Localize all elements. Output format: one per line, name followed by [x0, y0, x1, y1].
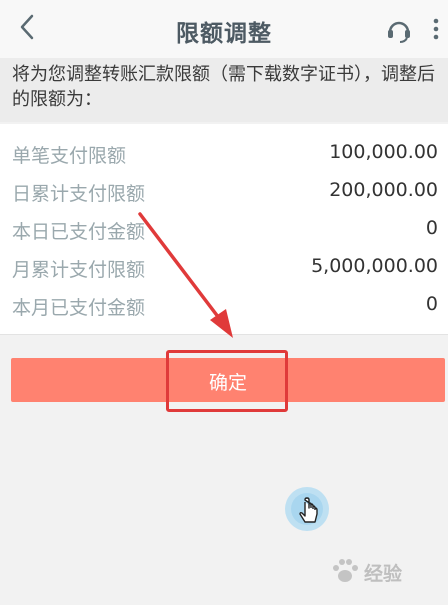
- limit-row-today-paid: 本日已支付金额 0: [12, 210, 438, 248]
- customer-service-button[interactable]: [382, 12, 416, 46]
- limit-label: 本月已支付金额: [12, 297, 146, 319]
- limit-label: 单笔支付限额: [12, 145, 127, 167]
- touch-indicator: [284, 486, 330, 532]
- chevron-left-icon: [20, 14, 34, 40]
- limit-label: 本日已支付金额: [12, 221, 146, 243]
- confirm-button[interactable]: 确定: [11, 358, 445, 402]
- watermark-text: 经验: [364, 563, 403, 585]
- more-vertical-icon: [433, 18, 439, 40]
- limit-label: 月累计支付限额: [12, 259, 146, 281]
- notice-panel: 将为您调整转账汇款限额（需下载数字证书），调整后的限额为：: [0, 58, 448, 122]
- limit-row-daily: 日累计支付限额 200,000.00: [12, 172, 438, 210]
- headset-icon: [388, 21, 410, 43]
- confirm-button-label: 确定: [208, 373, 247, 394]
- page-title: 限额调整: [176, 21, 272, 47]
- limit-row-single: 单笔支付限额 100,000.00: [12, 134, 438, 172]
- limits-list: 单笔支付限额 100,000.00 日累计支付限额 200,000.00 本日已…: [0, 124, 448, 335]
- limit-row-month-paid: 本月已支付金额 0: [12, 286, 438, 324]
- limit-row-monthly: 月累计支付限额 5,000,000.00: [12, 248, 438, 286]
- back-button[interactable]: [10, 10, 44, 44]
- notice-text: 将为您调整转账汇款限额（需下载数字证书），调整后的限额为：: [12, 64, 435, 110]
- top-bar: 限额调整: [0, 0, 448, 58]
- watermark: 经验: [330, 553, 444, 589]
- more-button[interactable]: [426, 12, 446, 46]
- limit-value: 200,000.00: [329, 179, 438, 201]
- limit-value: 0: [425, 293, 438, 315]
- limit-value: 0: [425, 217, 438, 239]
- hand-pointer-icon: [285, 487, 329, 531]
- limit-value: 100,000.00: [329, 141, 438, 163]
- paw-logo-icon: [333, 559, 358, 582]
- limit-value: 5,000,000.00: [311, 255, 438, 277]
- limit-label: 日累计支付限额: [12, 183, 146, 205]
